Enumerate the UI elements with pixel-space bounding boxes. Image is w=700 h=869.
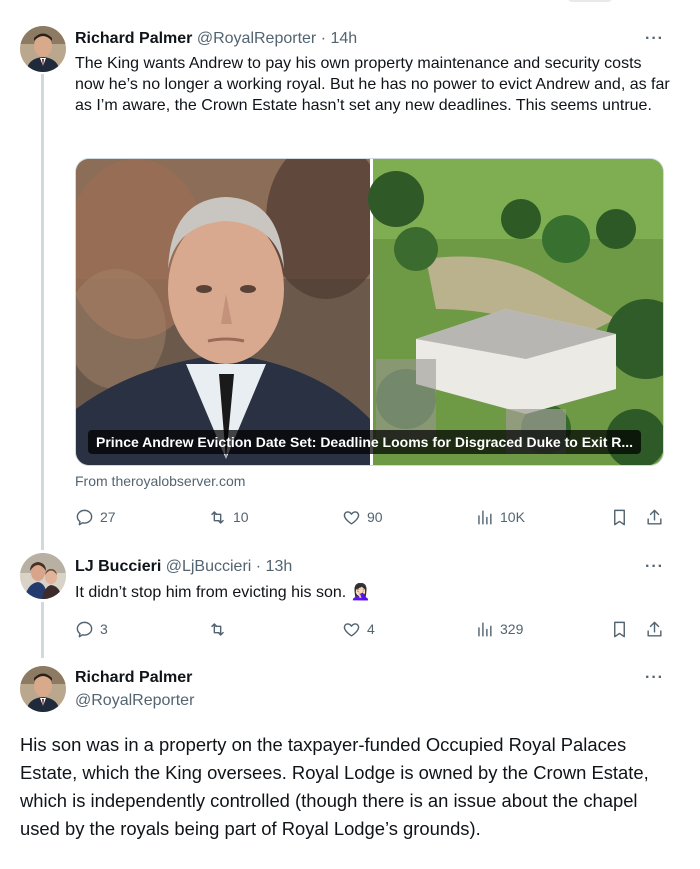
tweet-actions: 27 10 90 10K <box>75 505 667 529</box>
display-name[interactable]: Richard Palmer <box>75 30 192 47</box>
display-name[interactable]: Richard Palmer <box>75 669 192 686</box>
share-icon <box>647 621 662 637</box>
tweet-text: His son was in a property on the taxpaye… <box>20 734 649 839</box>
avatar[interactable] <box>20 26 66 72</box>
like-count: 4 <box>367 621 375 637</box>
view-count: 329 <box>500 621 524 637</box>
timestamp[interactable]: 13h <box>266 558 293 575</box>
more-dots-icon[interactable]: ··· <box>645 30 664 48</box>
dot-separator: · <box>316 30 331 47</box>
tweet-text: It didn’t stop him from evicting his son… <box>75 584 371 601</box>
retweet-count: 10 <box>233 509 249 525</box>
tweet-text: The King wants Andrew to pay his own pro… <box>75 55 670 114</box>
reply-count: 3 <box>100 621 108 637</box>
tweet-header: LJ Buccieri @LjBuccieri · 13h <box>75 558 292 576</box>
view-count: 10K <box>500 509 525 525</box>
bookmark-icon <box>614 509 625 525</box>
card-title: Prince Andrew Eviction Date Set: Deadlin… <box>88 430 642 454</box>
more-dots-icon[interactable]: ··· <box>645 558 664 576</box>
top-edge-pill <box>568 0 612 2</box>
tweet-header: Richard Palmer @RoyalReporter · 14h <box>75 30 357 48</box>
views-bar-icon <box>478 509 492 525</box>
retweet-button[interactable]: 10 <box>208 505 249 529</box>
retweet-button[interactable] <box>208 617 233 641</box>
like-button[interactable]: 4 <box>342 617 375 641</box>
display-name[interactable]: LJ Buccieri <box>75 558 161 575</box>
avatar[interactable] <box>20 666 66 712</box>
views-bar-icon <box>478 621 492 637</box>
tweet-header-name: Richard Palmer <box>75 669 192 687</box>
avatar[interactable] <box>20 553 66 599</box>
share-button[interactable] <box>645 505 670 529</box>
link-card[interactable]: Prince Andrew Eviction Date Set: Deadlin… <box>75 158 664 466</box>
bookmark-icon <box>614 621 625 637</box>
card-image <box>76 159 663 465</box>
handle[interactable]: @RoyalReporter <box>75 692 194 709</box>
reply-count: 27 <box>100 509 116 525</box>
bookmark-button[interactable] <box>610 617 635 641</box>
share-icon <box>647 509 662 525</box>
views-button[interactable]: 10K <box>475 505 525 529</box>
reply-icon <box>76 509 93 525</box>
views-button[interactable]: 329 <box>475 617 523 641</box>
card-source[interactable]: From theroyalobserver.com <box>75 473 245 489</box>
reply-icon <box>76 621 93 637</box>
heart-icon <box>343 622 360 637</box>
reply-button[interactable]: 27 <box>75 505 116 529</box>
thread-connector-line <box>41 74 44 550</box>
tweet-header-handle: @RoyalReporter <box>75 692 194 710</box>
handle[interactable]: @RoyalReporter <box>197 30 316 47</box>
tweet-actions: 3 4 329 <box>75 617 667 641</box>
bookmark-button[interactable] <box>610 505 635 529</box>
like-count: 90 <box>367 509 383 525</box>
heart-icon <box>343 510 360 525</box>
more-dots-icon[interactable]: ··· <box>645 669 664 687</box>
reply-button[interactable]: 3 <box>75 617 108 641</box>
timestamp[interactable]: 14h <box>330 30 357 47</box>
handle[interactable]: @LjBuccieri <box>166 558 252 575</box>
like-button[interactable]: 90 <box>342 505 383 529</box>
dot-separator: · <box>251 558 266 575</box>
thread-connector-line <box>41 602 44 658</box>
retweet-icon <box>211 622 224 636</box>
share-button[interactable] <box>645 617 670 641</box>
retweet-icon <box>211 510 224 524</box>
